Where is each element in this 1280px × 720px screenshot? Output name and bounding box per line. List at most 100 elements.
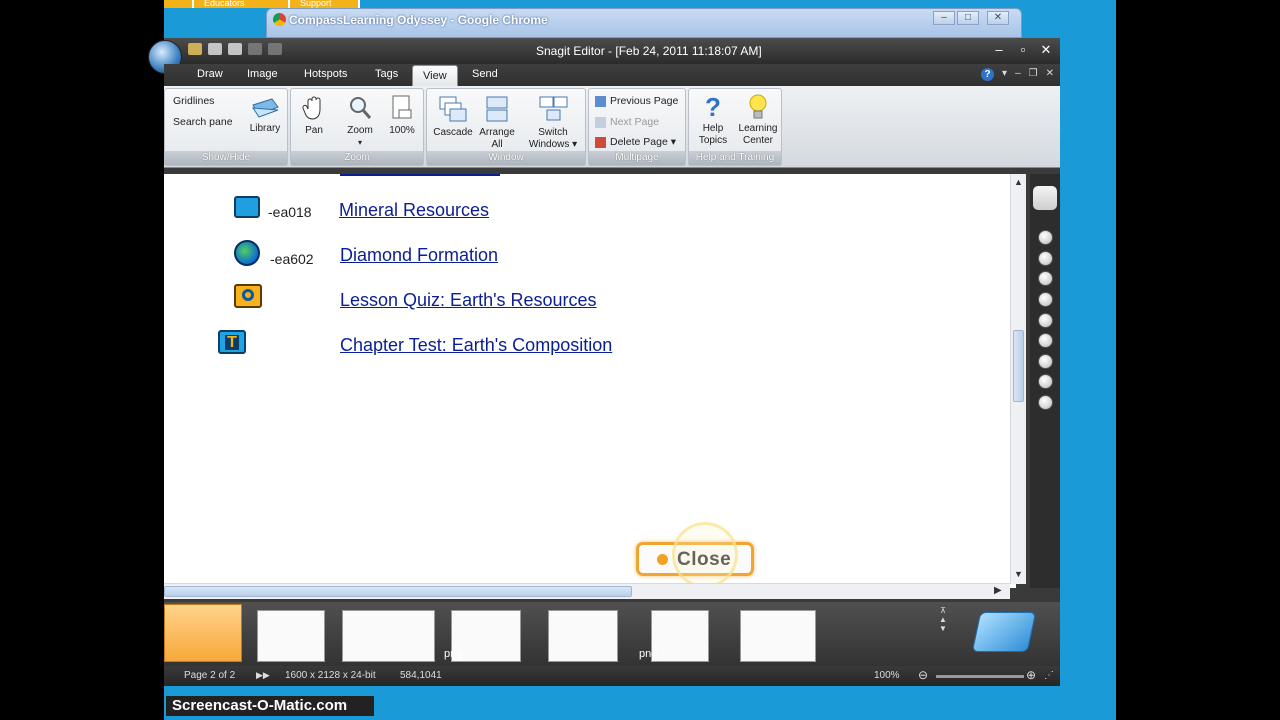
smiley-icon[interactable] — [1038, 292, 1053, 307]
horizontal-scroll-thumb[interactable] — [164, 586, 632, 597]
tab-draw[interactable]: Draw — [197, 68, 223, 80]
capture-thumbnail-selected[interactable] — [164, 604, 242, 662]
zoom-in-icon[interactable]: ⊕ — [1026, 668, 1036, 682]
vertical-scroll-thumb[interactable] — [1013, 330, 1024, 402]
image-canvas[interactable]: -ea018 Mineral Resources -ea602 Diamond … — [164, 174, 1016, 588]
checkmark-icon[interactable] — [1038, 374, 1053, 389]
group-show-hide: Gridlines Search pane Library Show/Hide — [164, 88, 288, 166]
png-badge: png — [444, 648, 463, 660]
maximize-icon[interactable]: □ — [957, 11, 979, 25]
scroll-up-icon[interactable]: ▲ — [1012, 176, 1025, 189]
tab-view[interactable]: View — [412, 65, 458, 87]
capture-thumbnail[interactable] — [257, 610, 325, 662]
help-topics-button[interactable]: ? Help Topics — [693, 93, 733, 147]
background-tab-blank[interactable] — [164, 0, 194, 8]
chrome-window-titlebar[interactable]: CompassLearning Odyssey - Google Chrome … — [266, 8, 1022, 38]
link-lesson-quiz[interactable]: Lesson Quiz: Earth's Resources — [340, 290, 597, 311]
background-tab-support[interactable]: Support — [290, 0, 360, 8]
library-button[interactable]: Library — [245, 97, 285, 135]
close-icon[interactable]: ✕ — [1046, 68, 1054, 81]
capture-thumbnail[interactable] — [548, 610, 618, 662]
cascade-button[interactable]: Cascade — [431, 95, 475, 139]
learning-center-button[interactable]: Learning Center — [735, 93, 781, 147]
next-page-button[interactable]: Next Page — [595, 116, 659, 128]
capture-thumbnail[interactable] — [342, 610, 435, 662]
save-icon[interactable] — [208, 43, 222, 55]
tab-send[interactable]: Send — [472, 68, 498, 80]
delete-page-button[interactable]: Delete Page ▾ — [595, 136, 676, 148]
capture-thumbnail[interactable] — [651, 610, 709, 662]
scroll-top-icon[interactable]: ⊼ — [936, 606, 950, 615]
item-code: -ea018 — [268, 204, 312, 220]
help-icon[interactable]: ? — [981, 68, 995, 81]
search-icon[interactable] — [1033, 186, 1057, 210]
switch-windows-icon — [539, 96, 568, 121]
horizontal-scrollbar[interactable]: ▶ — [164, 583, 1010, 599]
flag-icon[interactable] — [1038, 271, 1053, 286]
next-icon[interactable]: ▶▶ — [256, 670, 270, 681]
link-diamond-formation[interactable]: Diamond Formation — [340, 245, 498, 266]
capture-thumbnail[interactable] — [740, 610, 816, 662]
group-label-window: Window — [427, 151, 585, 165]
print-icon[interactable] — [228, 43, 242, 55]
tray-scroll-controls[interactable]: ⊼ ▲ ▼ — [936, 606, 950, 660]
help-label-line-2: Topics — [698, 135, 728, 146]
scroll-up-icon[interactable]: ▲ — [936, 615, 950, 624]
page-indicator: Page 2 of 2 — [184, 670, 236, 681]
gridlines-checkbox[interactable]: Gridlines — [173, 95, 214, 107]
lightbulb-icon[interactable] — [1038, 354, 1053, 369]
tab-hotspots[interactable]: Hotspots — [304, 68, 347, 80]
folder-icon[interactable] — [971, 612, 1037, 652]
ribbon-tabs: Draw Image Hotspots Tags View Send ? ▾ –… — [164, 64, 1060, 87]
redo-icon[interactable] — [268, 43, 282, 55]
library-icon — [252, 98, 279, 118]
open-captures-tray: png png ⊼ ▲ ▼ — [164, 602, 1060, 666]
resize-grip-icon[interactable]: ⋰ — [1044, 670, 1054, 681]
zoom-slider[interactable] — [936, 675, 1024, 678]
previous-page-icon — [595, 95, 606, 107]
star-icon[interactable] — [1038, 395, 1053, 410]
switch-windows-button[interactable]: Switch Windows ▾ — [523, 95, 583, 151]
link-chapter-test[interactable]: Chapter Test: Earth's Composition — [340, 335, 612, 356]
tab-tags[interactable]: Tags — [375, 68, 398, 80]
minimize-icon[interactable]: – — [933, 11, 955, 25]
heart-icon[interactable] — [1038, 313, 1053, 328]
zoom-button[interactable]: Zoom ▾ — [339, 95, 381, 149]
undo-icon[interactable] — [248, 43, 262, 55]
item-code: -ea602 — [270, 251, 314, 267]
background-tab-educators[interactable]: Educators — [194, 0, 290, 8]
restore-icon[interactable]: ❐ — [1029, 68, 1038, 81]
arrange-label-line-2: All — [491, 139, 503, 150]
dot-icon — [657, 554, 668, 565]
arrange-all-button[interactable]: Arrange All — [475, 95, 519, 151]
chevron-down-icon[interactable]: ▾ — [1002, 68, 1007, 81]
chrome-window-title: CompassLearning Odyssey - Google Chrome — [289, 13, 548, 27]
vertical-scrollbar[interactable]: ▲ ▼ — [1010, 174, 1026, 584]
minimize-icon[interactable]: – — [1015, 68, 1021, 81]
scroll-down-icon[interactable]: ▼ — [936, 624, 950, 633]
pan-button[interactable]: Pan — [299, 95, 329, 137]
scroll-down-icon[interactable]: ▼ — [1012, 568, 1025, 581]
link-mineral-resources[interactable]: Mineral Resources — [339, 200, 489, 221]
search-pane-checkbox[interactable]: Search pane — [173, 116, 233, 128]
tag-icon[interactable] — [1038, 230, 1053, 245]
cascade-label: Cascade — [433, 127, 473, 138]
test-icon: T — [218, 330, 246, 354]
snagit-titlebar[interactable]: Snagit Editor - [Feb 24, 2011 11:18:07 A… — [148, 38, 1060, 74]
maximize-icon[interactable]: ▫ — [1014, 42, 1032, 58]
close-icon[interactable]: ✕ — [987, 11, 1009, 25]
previous-page-button[interactable]: Previous Page — [595, 95, 678, 107]
open-icon[interactable] — [188, 43, 202, 55]
switch-label-line-2: Windows ▾ — [528, 139, 578, 150]
quick-access-toolbar — [188, 43, 282, 55]
snagit-window-title: Snagit Editor - [Feb 24, 2011 11:18:07 A… — [536, 44, 762, 58]
dollar-icon[interactable] — [1038, 333, 1053, 348]
minimize-icon[interactable]: – — [990, 42, 1008, 58]
letterbox-left — [0, 0, 164, 720]
tab-image[interactable]: Image — [247, 68, 278, 80]
zoom-100-button[interactable]: 100% — [383, 95, 421, 137]
radiation-icon[interactable] — [1038, 251, 1053, 266]
zoom-out-icon[interactable]: ⊖ — [918, 668, 928, 682]
scroll-right-icon[interactable]: ▶ — [994, 585, 1002, 596]
close-icon[interactable]: ✕ — [1037, 42, 1055, 58]
